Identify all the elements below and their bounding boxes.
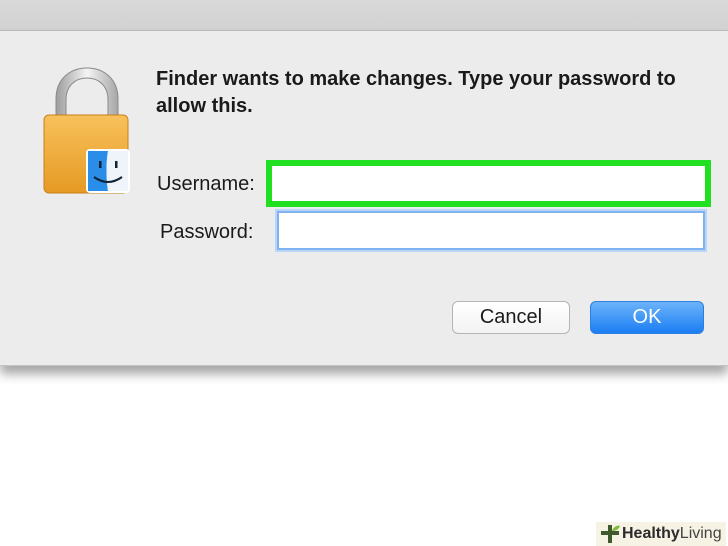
username-label: Username:: [157, 173, 255, 195]
cross-plant-logo: [601, 525, 620, 543]
screenshot: Finder wants to make changes. Type your …: [0, 0, 728, 546]
window-titlebar: [0, 0, 728, 31]
password-label: Password:: [160, 221, 254, 243]
dialog-message: Finder wants to make changes. Type your …: [156, 68, 676, 117]
username-field[interactable]: [266, 160, 711, 207]
authentication-dialog: Finder wants to make changes. Type your …: [0, 31, 728, 366]
watermark: Healthy Living: [596, 522, 726, 546]
cancel-button[interactable]: Cancel: [452, 301, 570, 334]
ok-button[interactable]: OK: [590, 301, 704, 334]
watermark-strong: Healthy: [622, 525, 680, 542]
watermark-light: Living: [679, 525, 722, 542]
password-field[interactable]: [277, 211, 705, 250]
lock-finder-icon: [43, 67, 130, 194]
